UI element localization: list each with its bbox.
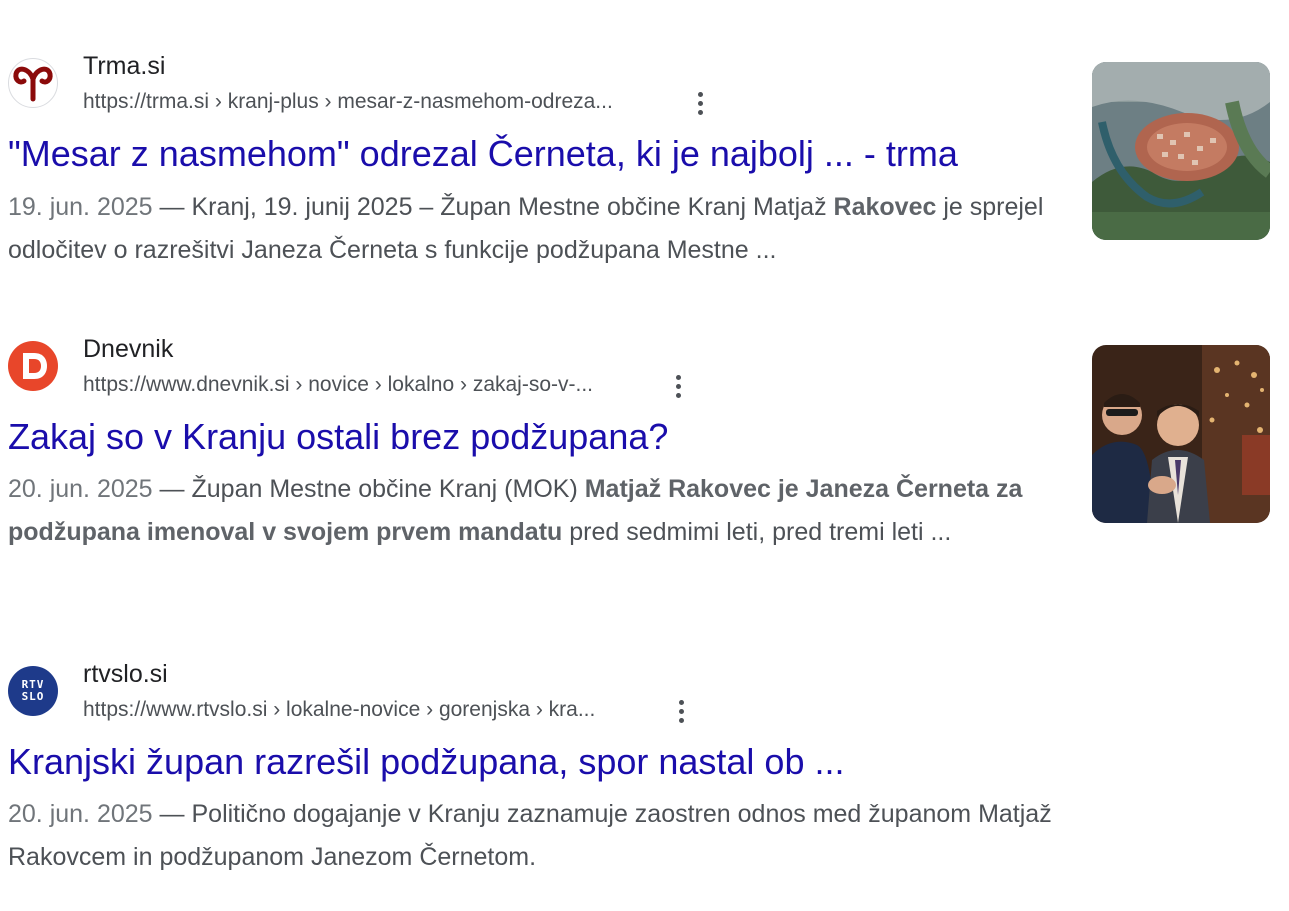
rtv-slo-favicon-icon: RTV SLO [8,666,58,716]
more-options-icon[interactable] [671,696,691,726]
more-options-icon[interactable] [668,371,688,401]
trma-favicon-icon [8,58,58,108]
result-title[interactable]: "Mesar z nasmehom" odrezal Černeta, ki j… [8,132,958,176]
two-men-thumbnail[interactable] [1092,345,1270,523]
result-snippet: 20. jun. 2025 — Župan Mestne občine Kran… [8,468,1068,554]
snippet-text: Župan Mestne občine Kranj (MOK) [191,475,585,503]
result-date: 19. jun. 2025 [8,193,153,221]
site-name[interactable]: rtvslo.si [83,659,168,689]
result-url[interactable]: https://trma.si › kranj-plus › mesar-z-n… [83,89,613,115]
result-url[interactable]: https://www.dnevnik.si › novice › lokaln… [83,372,593,398]
result-date: 20. jun. 2025 [8,800,153,828]
result-url[interactable]: https://www.rtvslo.si › lokalne-novice ›… [83,697,595,723]
result-snippet: 20. jun. 2025 — Politično dogajanje v Kr… [8,793,1158,879]
dnevnik-favicon-icon [8,341,58,391]
result-title[interactable]: Zakaj so v Kranju ostali brez podžupana? [8,415,668,459]
date-separator: — [152,800,192,828]
snippet-highlight: Rakovec [833,193,937,221]
result-date: 20. jun. 2025 [8,475,153,503]
snippet-text: Kranj, 19. junij 2025 – Župan Mestne obč… [191,193,834,221]
aerial-town-thumbnail[interactable] [1092,62,1270,240]
favicon-text-bottom: SLO [21,690,45,703]
date-separator: — [152,475,192,503]
site-name[interactable]: Dnevnik [83,334,173,364]
result-title[interactable]: Kranjski župan razrešil podžupana, spor … [8,740,844,784]
result-snippet: 19. jun. 2025 — Kranj, 19. junij 2025 – … [8,186,1068,272]
more-options-icon[interactable] [690,88,710,118]
site-name[interactable]: Trma.si [83,51,165,81]
date-separator: — [152,193,192,221]
snippet-text-end: pred sedmimi leti, pred tremi leti ... [562,518,952,546]
